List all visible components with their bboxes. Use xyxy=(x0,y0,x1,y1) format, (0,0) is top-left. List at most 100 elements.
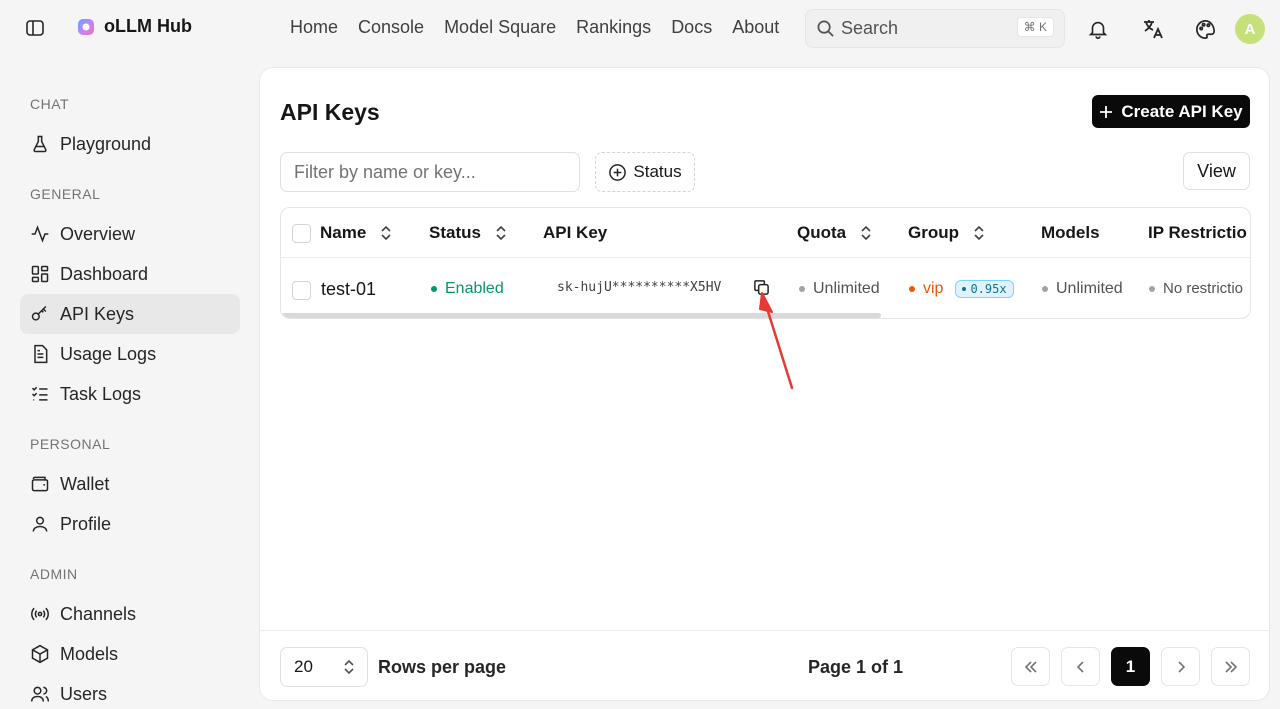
sort-icon[interactable] xyxy=(380,225,392,241)
row-api-key: sk-hujU**********X5HV xyxy=(557,280,721,295)
header-status-label: Status xyxy=(429,223,481,242)
status-filter-button[interactable]: Status xyxy=(595,152,695,192)
header-api-key: API Key xyxy=(543,223,607,243)
rows-per-page-label: Rows per page xyxy=(378,657,507,677)
sidebar-item-label: Dashboard xyxy=(60,263,149,284)
bell-icon[interactable] xyxy=(1085,16,1111,42)
status-filter-label: Status xyxy=(633,162,682,181)
create-api-key-button[interactable]: Create API Key xyxy=(1092,95,1250,128)
nav-model-square[interactable]: Model Square xyxy=(444,17,556,38)
sidebar-toggle-icon[interactable] xyxy=(24,17,46,39)
document-icon xyxy=(34,344,48,364)
sidebar-group-general: GENERAL xyxy=(30,186,101,202)
header-quota-label: Quota xyxy=(797,223,847,242)
sidebar-item-channels[interactable]: Channels xyxy=(20,594,240,634)
sidebar-item-usage-logs[interactable]: Usage Logs xyxy=(20,334,240,374)
main-nav: Home Console Model Square Rankings Docs … xyxy=(290,17,779,38)
sidebar-item-api-keys[interactable]: API Keys xyxy=(20,294,240,334)
sort-icon[interactable] xyxy=(973,225,985,241)
header-ip-restriction: IP Restrictio xyxy=(1148,223,1247,243)
pagination-footer: 20 Rows per page Page 1 of 1 1 xyxy=(260,630,1269,700)
horizontal-scrollbar[interactable] xyxy=(281,313,881,318)
chevron-right-icon xyxy=(1177,660,1185,673)
previous-page-button[interactable] xyxy=(1061,647,1100,686)
ratio-dot xyxy=(962,287,967,291)
rows-per-page-value: 20 xyxy=(294,657,313,676)
rows-per-page-select[interactable]: 20 xyxy=(280,647,368,687)
nav-console[interactable]: Console xyxy=(358,17,424,38)
users-icon xyxy=(30,686,50,702)
sidebar-item-label: Wallet xyxy=(60,473,110,494)
header-group: Group xyxy=(908,223,985,243)
create-api-key-label: Create API Key xyxy=(1121,101,1243,121)
ratio-value: 0.95x xyxy=(970,282,1007,296)
plus-circle-icon xyxy=(609,163,627,181)
status-dot xyxy=(431,286,437,292)
header-ip-label: IP Restrictio xyxy=(1148,223,1247,242)
nav-docs[interactable]: Docs xyxy=(671,17,712,38)
user-icon xyxy=(32,516,48,532)
group-dot xyxy=(909,286,915,292)
api-keys-table: Name Status API Key Quota Group Models I… xyxy=(280,207,1251,319)
sidebar-item-playground[interactable]: Playground xyxy=(20,124,240,164)
dashboard-icon xyxy=(31,265,49,283)
sort-icon[interactable] xyxy=(495,225,507,241)
nav-about[interactable]: About xyxy=(732,17,779,38)
header-models-label: Models xyxy=(1041,223,1100,242)
key-icon xyxy=(31,305,47,321)
chevron-left-icon xyxy=(1076,660,1084,673)
next-page-button[interactable] xyxy=(1161,647,1200,686)
sort-icon[interactable] xyxy=(860,225,872,241)
translate-icon[interactable] xyxy=(1140,16,1166,42)
api-key-value: sk-hujU**********X5HV xyxy=(557,280,722,295)
nav-home[interactable]: Home xyxy=(290,17,338,38)
row-checkbox[interactable] xyxy=(292,281,311,300)
search-label: Search xyxy=(841,18,899,38)
nav-rankings[interactable]: Rankings xyxy=(576,17,651,38)
checklist-icon xyxy=(31,386,48,401)
header-name: Name xyxy=(320,223,392,243)
filter-input[interactable] xyxy=(280,152,580,192)
avatar[interactable]: A xyxy=(1235,14,1265,44)
sidebar-item-profile[interactable]: Profile xyxy=(20,504,240,544)
status-badge: Enabled xyxy=(445,280,504,297)
header-name-label: Name xyxy=(320,223,367,242)
sidebar-group-chat: CHAT xyxy=(30,96,70,112)
sidebar-item-wallet[interactable]: Wallet xyxy=(20,464,240,504)
sidebar-item-dashboard[interactable]: Dashboard xyxy=(20,254,240,294)
header-status: Status xyxy=(429,223,507,243)
models-dot xyxy=(1042,286,1048,292)
models-value: Unlimited xyxy=(1056,280,1123,297)
copy-icon[interactable] xyxy=(753,279,770,296)
sidebar-item-users[interactable]: Users xyxy=(20,674,240,709)
sidebar-group-admin: ADMIN xyxy=(30,566,78,582)
sidebar-item-label: Usage Logs xyxy=(60,343,157,364)
header-group-label: Group xyxy=(908,223,959,242)
page-1-button[interactable]: 1 xyxy=(1111,647,1150,686)
flask-icon xyxy=(33,135,47,153)
sidebar-item-label: Playground xyxy=(60,133,152,154)
search-box[interactable]: Search ⌘ K xyxy=(805,9,1065,48)
quota-value: Unlimited xyxy=(813,280,880,297)
row-ip-restriction: No restrictio xyxy=(1149,280,1243,297)
first-page-button[interactable] xyxy=(1011,647,1050,686)
sidebar-item-label: API Keys xyxy=(60,303,135,324)
sidebar-item-overview[interactable]: Overview xyxy=(20,214,240,254)
brand[interactable]: oLLM Hub xyxy=(76,16,192,37)
chevrons-right-icon xyxy=(1224,660,1237,673)
view-button[interactable]: View xyxy=(1183,152,1250,190)
select-all-checkbox[interactable] xyxy=(292,224,311,243)
logo-icon xyxy=(78,18,94,35)
sidebar-item-models[interactable]: Models xyxy=(20,634,240,674)
wallet-icon xyxy=(31,476,49,492)
chevron-updown-icon xyxy=(343,659,355,680)
plus-icon xyxy=(1100,105,1113,118)
row-quota: Unlimited xyxy=(799,280,880,298)
quota-dot xyxy=(799,286,805,292)
page-title: API Keys xyxy=(280,99,380,125)
row-name: test-01 xyxy=(321,279,377,299)
sidebar-item-task-logs[interactable]: Task Logs xyxy=(20,374,240,414)
palette-icon[interactable] xyxy=(1192,16,1218,42)
last-page-button[interactable] xyxy=(1211,647,1250,686)
ip-dot xyxy=(1149,285,1155,292)
